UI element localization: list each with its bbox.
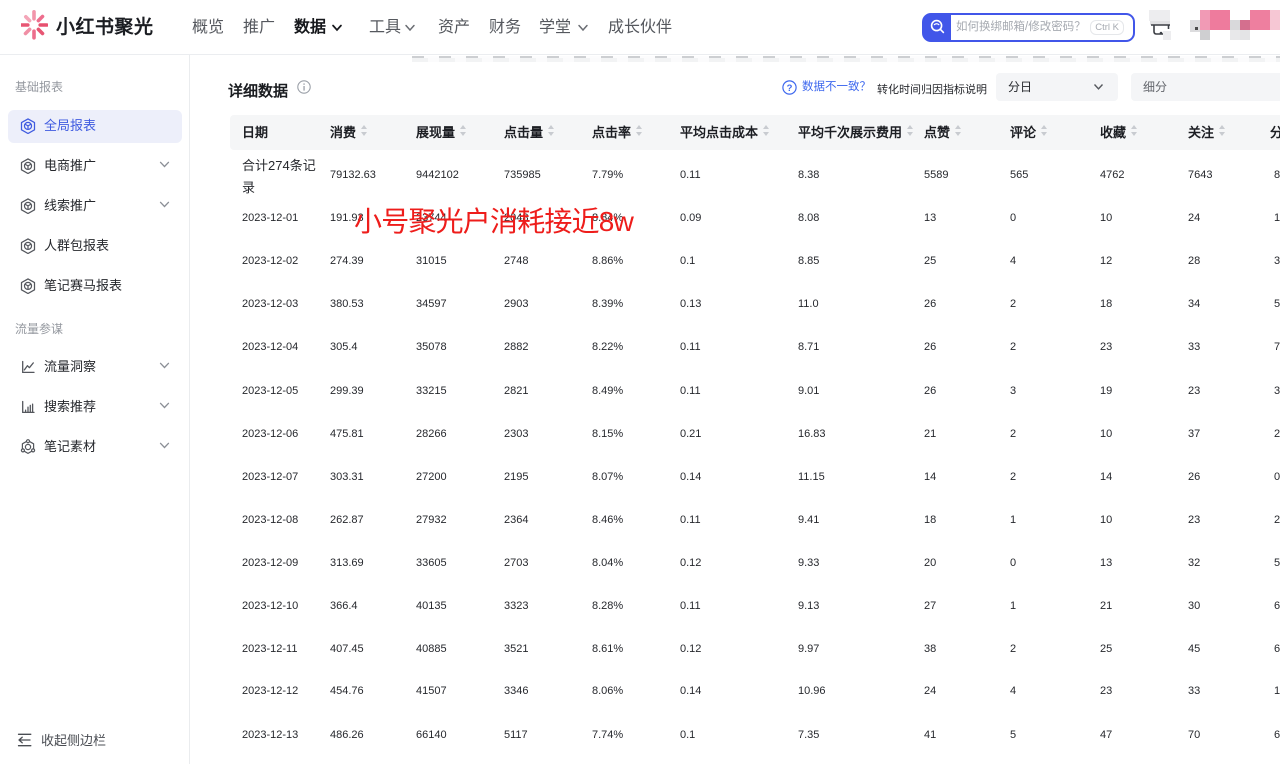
svg-text:?: ? [787,83,793,94]
